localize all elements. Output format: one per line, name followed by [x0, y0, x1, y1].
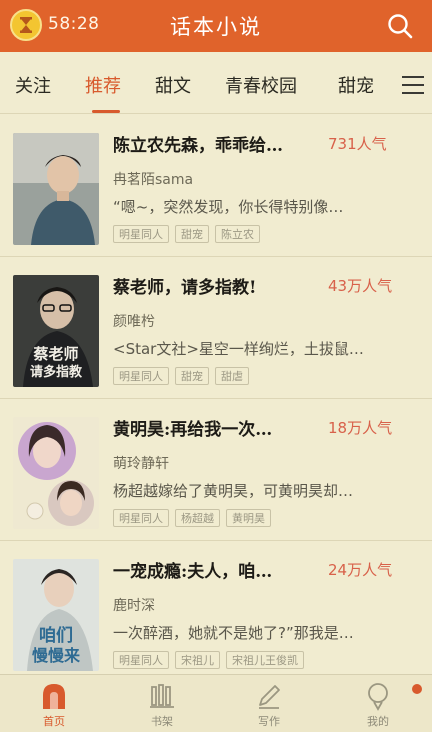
tag-list: 明星同人 甜宠 甜虐 [113, 367, 249, 385]
book-description: “嗯~，突然发现，你长得特别像… [113, 198, 344, 216]
page-title: 话本小说 [170, 15, 262, 39]
book-card[interactable]: 陈立农先森，乖乖给… 731人气 冉茗陌sama “嗯~，突然发现，你长得特别像… [0, 115, 432, 257]
cover-text: 咱们 [39, 625, 73, 646]
nav-label: 我的 [367, 715, 389, 728]
notification-dot [412, 684, 422, 694]
tag[interactable]: 甜虐 [215, 367, 249, 385]
book-cover[interactable]: 蔡老师 请多指教 [13, 275, 99, 387]
nav-label: 书架 [151, 715, 173, 728]
book-title[interactable]: 一宠成瘾:夫人，咱… [113, 557, 313, 582]
cover-text: 蔡老师 [32, 345, 78, 363]
nav-profile[interactable]: 我的 [338, 681, 418, 729]
nav-bookshelf[interactable]: 书架 [122, 681, 202, 729]
book-description: <Star文社>星空一样绚烂，土拔鼠… [113, 340, 364, 358]
book-card[interactable]: 蔡老师 请多指教 蔡老师，请多指教! 43万人气 颜唯枍 <Star文社>星空一… [0, 257, 432, 399]
author-name[interactable]: 鹿时深 [113, 595, 155, 615]
popularity-count: 43万人气 [328, 277, 393, 295]
tag[interactable]: 甜宠 [175, 225, 209, 243]
book-cover[interactable] [13, 417, 99, 529]
menu-icon[interactable] [402, 76, 424, 94]
nav-home[interactable]: 首页 [14, 681, 94, 729]
cover-text: 请多指教 [30, 364, 83, 380]
book-card[interactable]: 黄明昊:再给我一次… 18万人气 萌玲静轩 杨超越嫁给了黄明昊，可黄明昊却… 明… [0, 399, 432, 541]
bookshelf-icon [150, 684, 174, 708]
search-icon[interactable] [386, 12, 414, 40]
tag-list: 明星同人 甜宠 陈立农 [113, 225, 260, 243]
popularity-count: 18万人气 [328, 419, 393, 437]
tab-campus[interactable]: 青春校园 [225, 72, 297, 98]
tag[interactable]: 明星同人 [113, 651, 169, 669]
tag[interactable]: 杨超越 [175, 509, 220, 527]
book-description: 一次醉酒，她就不是她了?”那我是… [113, 624, 354, 642]
tab-recommend[interactable]: 推荐 [85, 72, 121, 98]
tag-list: 明星同人 宋祖儿 宋祖儿王俊凯 [113, 651, 304, 669]
nav-label: 首页 [43, 715, 65, 728]
tab-follow[interactable]: 关注 [15, 72, 51, 98]
bottom-nav: 首页 书架 写作 我的 [0, 674, 432, 732]
category-tabs: 关注 推荐 甜文 青春校园 甜宠 [0, 52, 432, 114]
tag-list: 明星同人 杨超越 黄明昊 [113, 509, 271, 527]
book-title[interactable]: 蔡老师，请多指教! [113, 273, 313, 298]
cover-text: 慢慢来 [32, 646, 81, 665]
author-name[interactable]: 萌玲静轩 [113, 453, 169, 473]
tag[interactable]: 明星同人 [113, 225, 169, 243]
book-title[interactable]: 陈立农先森，乖乖给… [113, 131, 313, 156]
book-description: 杨超越嫁给了黄明昊，可黄明昊却… [113, 482, 354, 500]
book-cover[interactable] [13, 133, 99, 245]
tab-sweet-pet[interactable]: 甜宠 [338, 72, 374, 98]
tag[interactable]: 宋祖儿 [175, 651, 220, 669]
tag[interactable]: 甜宠 [175, 367, 209, 385]
app-header: 58:28 话本小说 [0, 0, 432, 52]
tag[interactable]: 明星同人 [113, 367, 169, 385]
home-icon [43, 684, 65, 709]
tag[interactable]: 陈立农 [215, 225, 260, 243]
pen-icon [259, 685, 280, 709]
nav-label: 写作 [258, 715, 280, 728]
tag[interactable]: 宋祖儿王俊凯 [226, 651, 304, 669]
profile-icon [368, 683, 388, 711]
book-list: 陈立农先森，乖乖给… 731人气 冉茗陌sama “嗯~，突然发现，你长得特别像… [0, 115, 432, 683]
popularity-count: 24万人气 [328, 561, 393, 579]
book-title[interactable]: 黄明昊:再给我一次… [113, 415, 313, 440]
tab-sweet[interactable]: 甜文 [155, 72, 191, 98]
author-name[interactable]: 颜唯枍 [113, 311, 155, 331]
book-card[interactable]: 咱们 慢慢来 一宠成瘾:夫人，咱… 24万人气 鹿时深 一次醉酒，她就不是她了?… [0, 541, 432, 683]
tag[interactable]: 黄明昊 [226, 509, 271, 527]
author-name[interactable]: 冉茗陌sama [113, 169, 193, 189]
book-cover[interactable]: 咱们 慢慢来 [13, 559, 99, 671]
popularity-count: 731人气 [328, 135, 387, 153]
active-tab-indicator [92, 110, 120, 113]
nav-write[interactable]: 写作 [229, 681, 309, 729]
tag[interactable]: 明星同人 [113, 509, 169, 527]
